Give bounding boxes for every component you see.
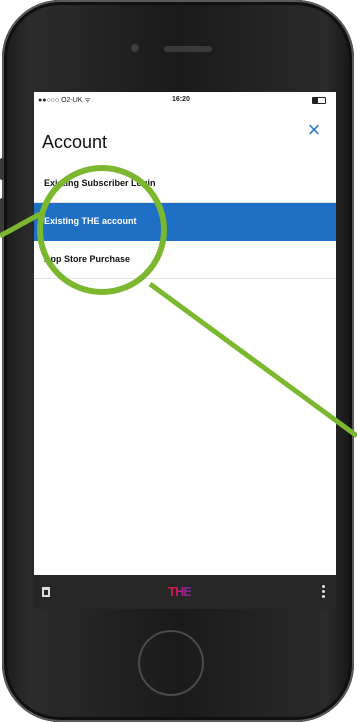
mute-switch (0, 158, 4, 180)
battery-icon (312, 97, 326, 104)
carrier-label: ●●○○○ O2-UK ᯤ (38, 97, 91, 104)
bookmark-icon[interactable] (42, 587, 50, 597)
home-button[interactable] (138, 630, 204, 696)
clock: 16:20 (172, 96, 190, 103)
camera-icon (131, 44, 139, 52)
speaker-grille (164, 46, 212, 52)
menu-item-app-store-purchase[interactable]: App Store Purchase (34, 241, 336, 279)
stage: ●●○○○ O2-UK ᯤ 16:20 × Account Existing S… (0, 0, 357, 722)
account-menu: Existing Subscriber Login Existing THE a… (34, 165, 336, 279)
menu-item-existing-subscriber[interactable]: Existing Subscriber Login (34, 165, 336, 203)
menu-item-existing-the-account[interactable]: Existing THE account (34, 203, 336, 241)
more-options-icon[interactable] (322, 585, 326, 599)
page-title: Account (42, 132, 108, 152)
app-screen: ●●○○○ O2-UK ᯤ 16:20 × Account Existing S… (34, 92, 336, 609)
volume-up-button (0, 198, 4, 234)
status-bar: ●●○○○ O2-UK ᯤ 16:20 (34, 92, 336, 108)
the-logo[interactable]: THE (168, 584, 192, 599)
close-icon[interactable]: × (304, 119, 324, 141)
bottom-toolbar: THE (34, 575, 336, 609)
